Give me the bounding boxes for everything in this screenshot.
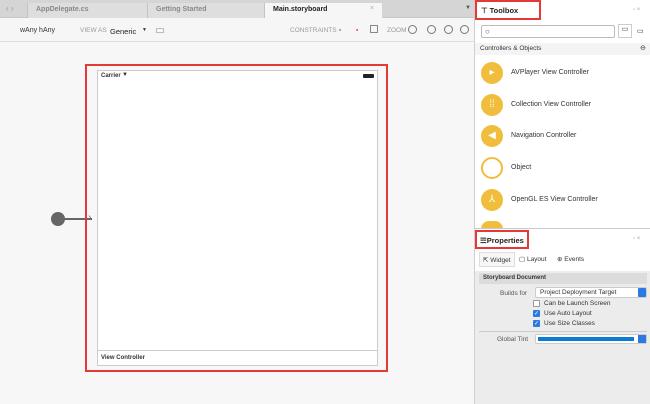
object-icon xyxy=(481,157,503,179)
battery-icon xyxy=(363,74,374,78)
update-frames-icon[interactable] xyxy=(370,25,378,33)
tab-layout[interactable]: ▢ Layout xyxy=(519,255,546,263)
size-classes-label: Use Size Classes xyxy=(544,320,595,327)
zoom-fit-icon[interactable] xyxy=(408,25,417,34)
toolbox-item[interactable]: ⅄ OpenGL ES View Controller xyxy=(481,189,646,213)
toolbox-section-header[interactable]: Controllers & Objects xyxy=(475,43,650,55)
tab-overflow-icon[interactable]: ▼ xyxy=(465,5,471,11)
grid-view-icon[interactable]: ▭ xyxy=(637,27,644,35)
auto-layout-checkbox[interactable]: ✓ xyxy=(533,310,540,317)
select-stepper-icon xyxy=(638,288,646,297)
avplayer-icon: ▸ xyxy=(481,62,503,84)
add-constraints-icon[interactable]: ▪ xyxy=(339,27,341,34)
builds-for-label: Builds for xyxy=(500,290,528,297)
divider xyxy=(479,331,647,332)
panel-options-icon[interactable]: ▫ × xyxy=(633,7,640,13)
tab-main-storyboard[interactable]: Main.storyboard xyxy=(264,3,382,18)
launch-screen-label: Can be Launch Screen xyxy=(544,300,611,307)
select-stepper-icon xyxy=(638,335,646,343)
side-panel: ⊤ Toolbox ▫ × ○ ▭ ▭ Controllers & Object… xyxy=(474,0,650,404)
grid-icon: ⁞⁞ xyxy=(481,94,503,116)
tab-appdelegate[interactable]: AppDelegate.cs xyxy=(27,3,147,18)
toolbox-item[interactable]: ⁞⁞ Collection View Controller xyxy=(481,94,646,118)
global-tint-label: Global Tint xyxy=(497,336,529,343)
view-controller-scene[interactable]: Carrier ▼ View Controller xyxy=(97,70,378,366)
toolbox-item[interactable]: ◀ Navigation Controller xyxy=(481,125,646,149)
toolbox-header: ⊤ Toolbox xyxy=(475,0,541,20)
size-class-button[interactable]: wAny hAny xyxy=(20,27,55,34)
view-as-dropdown[interactable]: Generic xyxy=(110,27,136,36)
chevron-down-icon[interactable]: ▼ xyxy=(142,27,147,33)
panel-divider[interactable] xyxy=(475,228,650,229)
tab-bar: ‹ › AppDelegate.cs Getting Started Main.… xyxy=(0,0,474,18)
toolbox-item[interactable]: ▸ AVPlayer View Controller xyxy=(481,62,646,86)
list-view-icon[interactable]: ▭ xyxy=(618,24,632,38)
entry-point-icon[interactable] xyxy=(51,212,65,226)
tab-getting-started[interactable]: Getting Started xyxy=(147,3,264,18)
size-classes-checkbox[interactable]: ✓ xyxy=(533,320,540,327)
layout-icon: ▢ xyxy=(519,256,527,263)
view-as-label: VIEW AS xyxy=(80,27,107,34)
constraints-label: CONSTRAINTS xyxy=(290,27,337,34)
zoom-label: ZOOM xyxy=(387,27,407,34)
global-tint-picker[interactable] xyxy=(535,334,647,344)
collapse-icon[interactable]: ⊖ xyxy=(640,44,646,52)
toolbox-icon: ⊤ xyxy=(481,6,490,15)
remove-constraints-icon[interactable]: ▪ xyxy=(356,27,358,34)
panel-options-icon[interactable]: ▫ × xyxy=(633,236,640,242)
storyboard-document-header: Storyboard Document xyxy=(479,273,647,284)
scene-dock[interactable]: View Controller xyxy=(98,350,377,365)
zoom-out-icon[interactable] xyxy=(427,25,436,34)
opengl-icon: ⅄ xyxy=(481,189,503,211)
tint-swatch xyxy=(538,337,634,341)
search-icon: ○ xyxy=(485,27,490,36)
properties-icon: ☰ xyxy=(480,236,487,245)
tab-widget[interactable]: ⇱ Widget xyxy=(479,252,515,267)
properties-title: Properties xyxy=(486,236,524,245)
toolbox-item[interactable]: Object xyxy=(481,157,646,181)
zoom-actual-icon[interactable] xyxy=(460,25,469,34)
properties-header: ☰Properties xyxy=(475,230,529,249)
launch-screen-checkbox[interactable] xyxy=(533,300,540,307)
designer-toolbar: wAny hAny VIEW AS Generic ▼ CONSTRAINTS … xyxy=(0,18,474,42)
scene-label: View Controller xyxy=(101,355,145,361)
orientation-icon[interactable] xyxy=(156,28,164,33)
tab-events[interactable]: ⊕ Events xyxy=(557,255,584,263)
toolbox-search-input[interactable]: ○ xyxy=(481,25,615,38)
close-tab-icon[interactable]: × xyxy=(370,5,374,12)
section-label: Controllers & Objects xyxy=(480,45,542,52)
builds-for-select[interactable]: Project Deployment Target xyxy=(535,287,647,298)
back-forward-icon[interactable]: ‹ › xyxy=(6,4,14,13)
zoom-in-icon[interactable] xyxy=(444,25,453,34)
wifi-icon: ▼ xyxy=(122,72,128,78)
status-carrier: Carrier xyxy=(101,73,121,79)
auto-layout-label: Use Auto Layout xyxy=(544,310,592,317)
navigation-icon: ◀ xyxy=(481,125,503,147)
toolbox-title: Toolbox xyxy=(489,6,519,15)
